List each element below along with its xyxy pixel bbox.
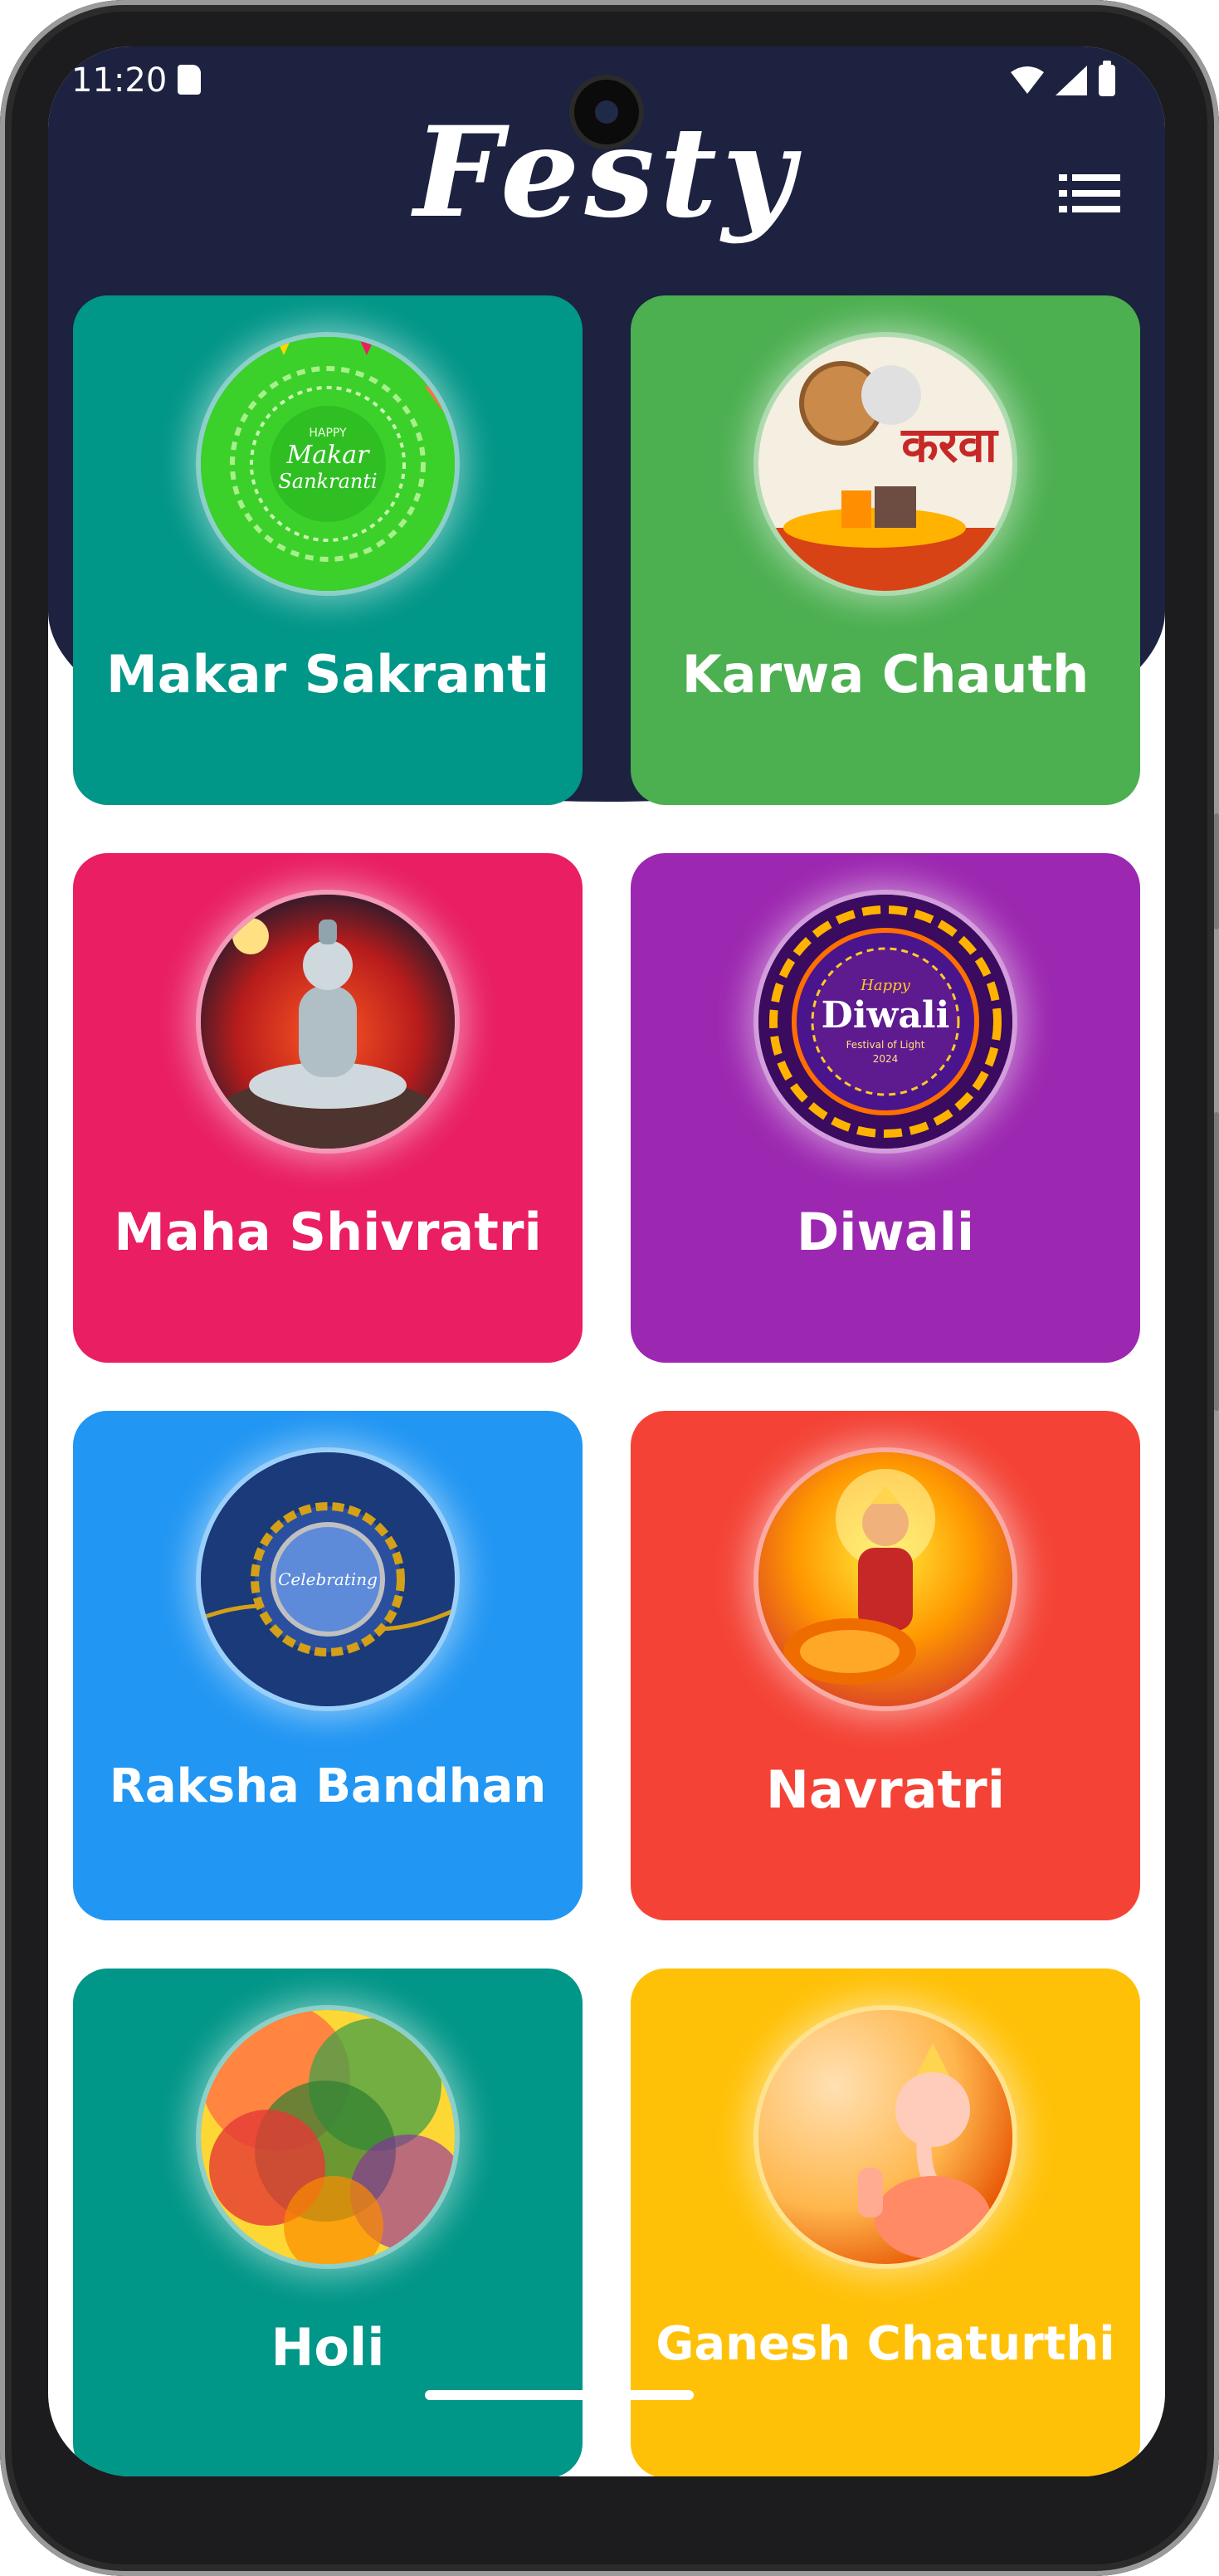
festival-card-navratri[interactable]: Navratri — [631, 1411, 1140, 1920]
sd-card-icon — [178, 65, 201, 95]
ganesha-image — [758, 2010, 1012, 2264]
durga-image — [758, 1452, 1012, 1706]
volume-button — [1214, 1112, 1219, 1411]
makar-line2: Makar — [285, 441, 370, 470]
festival-card-diwali[interactable]: Happy Diwali Festival of Light 2024 Diwa… — [631, 853, 1140, 1363]
rakhi-image: Celebrating — [201, 1452, 455, 1706]
festival-label: Raksha Bandhan — [109, 1759, 547, 1813]
festival-label: Navratri — [765, 1759, 1006, 1820]
diwali-line3: Festival of Light — [846, 1039, 925, 1051]
app-title: Festy — [413, 100, 800, 246]
rakhi-text: Celebrating — [278, 1569, 378, 1589]
wifi-icon — [1011, 66, 1044, 94]
festival-card-ganesh-chaturthi[interactable]: Ganesh Chaturthi — [631, 1969, 1140, 2476]
screen: 11:20 Festy HAPPY Makar Sankranti Makar … — [48, 46, 1165, 2476]
festival-label: Karwa Chauth — [681, 644, 1090, 705]
power-button — [1214, 813, 1219, 929]
festival-label: Holi — [271, 2317, 385, 2378]
festival-label: Ganesh Chaturthi — [656, 2317, 1115, 2371]
festival-card-karwa-chauth[interactable]: करवा Karwa Chauth — [631, 295, 1140, 805]
makar-line3: Sankranti — [278, 470, 377, 493]
battery-icon — [1099, 61, 1115, 96]
shiva-meditating-image — [201, 895, 455, 1149]
makar-sankranti-image: HAPPY Makar Sankranti — [201, 337, 455, 591]
festival-label: Makar Sakranti — [106, 644, 549, 705]
festival-card-maha-shivratri[interactable]: Maha Shivratri — [73, 853, 583, 1363]
festival-label: Diwali — [796, 1202, 975, 1262]
status-icons — [1011, 61, 1115, 100]
makar-line1: HAPPY — [309, 427, 347, 440]
festival-card-makar-sakranti[interactable]: HAPPY Makar Sankranti Makar Sakranti — [73, 295, 583, 805]
festival-card-holi[interactable]: Holi — [73, 1969, 583, 2476]
diwali-mandala-image: Happy Diwali Festival of Light 2024 — [758, 895, 1012, 1149]
signal-icon — [1056, 66, 1087, 95]
list-menu-icon[interactable] — [1059, 171, 1120, 216]
karwa-text: करवा — [900, 417, 999, 473]
status-time: 11:20 — [71, 61, 168, 100]
festival-label: Maha Shivratri — [114, 1202, 542, 1262]
karwa-chauth-image: करवा — [758, 337, 1012, 591]
diwali-line4: 2024 — [873, 1053, 899, 1065]
festival-card-raksha-bandhan[interactable]: Celebrating Raksha Bandhan — [73, 1411, 583, 1920]
holi-colors-image — [201, 2010, 455, 2264]
diwali-line1: Happy — [860, 977, 910, 994]
diwali-line2: Diwali — [822, 994, 950, 1037]
navigation-handle[interactable] — [425, 2390, 694, 2400]
